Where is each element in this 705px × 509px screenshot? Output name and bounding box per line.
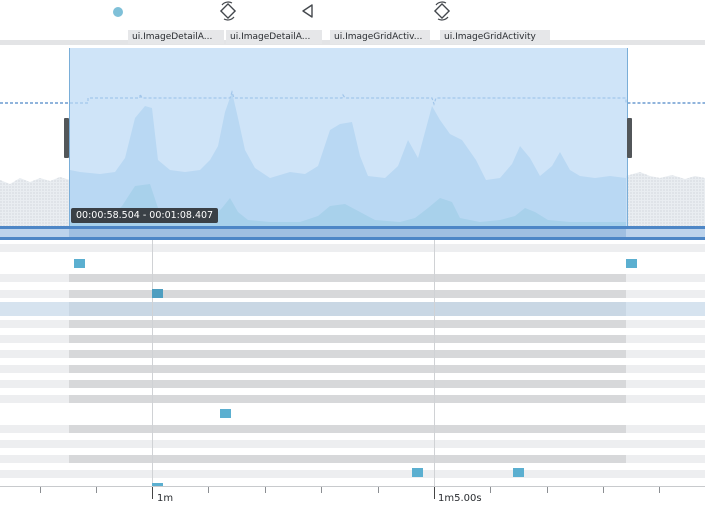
table-row[interactable] (0, 440, 705, 448)
range-bar-selection[interactable] (69, 229, 626, 237)
table-row[interactable] (0, 380, 705, 388)
event-marker[interactable] (513, 468, 524, 477)
axis-tick (434, 487, 435, 499)
table-row[interactable] (0, 290, 705, 298)
rotate-icon[interactable] (432, 1, 452, 21)
table-row[interactable] (0, 320, 705, 328)
gridline (434, 240, 435, 486)
event-marker[interactable] (152, 289, 163, 298)
table-row[interactable] (0, 335, 705, 343)
activity-label[interactable]: ui.ImageDetailA... (226, 30, 322, 44)
highlighted-row[interactable] (0, 302, 705, 316)
selection-right-handle[interactable] (627, 118, 632, 158)
selection-time-range-label: 00:00:58.504 - 00:01:08.407 (71, 208, 219, 223)
table-row[interactable] (0, 395, 705, 403)
axis-tick (152, 487, 153, 499)
selection-range[interactable] (69, 48, 628, 226)
back-triangle-icon[interactable] (300, 3, 314, 19)
time-axis: 1m 1m5.00s (0, 486, 705, 509)
table-row[interactable] (0, 455, 705, 463)
activity-label[interactable]: ui.ImageGridActivity (440, 30, 550, 44)
axis-tick (659, 487, 660, 493)
touch-dot-icon[interactable] (112, 6, 124, 18)
event-marker[interactable] (74, 259, 85, 268)
axis-label: 1m5.00s (438, 493, 482, 504)
table-row[interactable] (0, 425, 705, 433)
axis-label: 1m (157, 493, 174, 504)
table-row[interactable] (0, 470, 705, 478)
event-marker[interactable] (626, 259, 637, 268)
background-usage-area (0, 177, 70, 226)
gridline (152, 240, 153, 486)
axis-tick (490, 487, 491, 493)
background-usage-area (626, 172, 705, 226)
activity-lane: ui.ImageDetailA... ui.ImageDetailA... ui… (0, 0, 705, 48)
selection-left-handle[interactable] (64, 118, 69, 158)
table-row[interactable] (0, 350, 705, 358)
axis-tick (321, 487, 322, 493)
table-row[interactable] (0, 365, 705, 373)
table-row[interactable] (0, 274, 705, 282)
axis-tick (96, 487, 97, 493)
axis-tick (40, 487, 41, 493)
table-row[interactable] (0, 244, 705, 252)
event-marker[interactable] (412, 468, 423, 477)
axis-tick (208, 487, 209, 493)
axis-tick (547, 487, 548, 493)
axis-tick (603, 487, 604, 493)
axis-tick (378, 487, 379, 493)
activity-label[interactable]: ui.ImageGridActiv... (330, 30, 430, 44)
rotate-icon[interactable] (218, 1, 238, 21)
range-bar-bottom-border (0, 237, 705, 240)
axis-tick (265, 487, 266, 493)
event-marker[interactable] (220, 409, 231, 418)
activity-label[interactable]: ui.ImageDetailA... (128, 30, 224, 44)
